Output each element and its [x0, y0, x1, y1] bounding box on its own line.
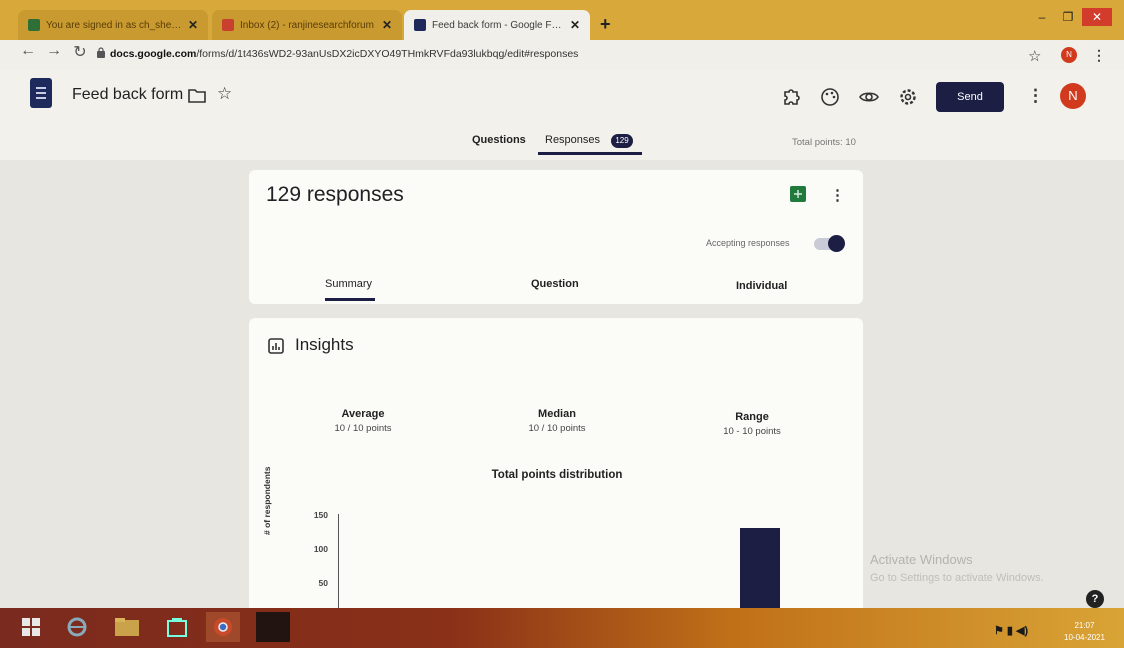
- lock-icon: [97, 45, 105, 63]
- clock-date: 10-04-2021: [1064, 633, 1105, 642]
- url-path: /forms/d/1t436sWD2-93anUsDX2icDXYO49THmk…: [196, 48, 579, 60]
- browser-tab-active[interactable]: Feed back form - Google Forms ✕: [404, 10, 590, 40]
- responses-count-title: 129 responses: [266, 183, 404, 206]
- tab-title: You are signed in as ch_sheeba: [46, 19, 182, 31]
- average-label: Average: [341, 408, 385, 420]
- back-arrow-icon[interactable]: ←: [18, 42, 38, 60]
- new-tab-button[interactable]: +: [600, 14, 611, 35]
- settings-gear-icon[interactable]: [897, 86, 919, 108]
- close-tab-icon[interactable]: ✕: [188, 18, 198, 32]
- store-icon[interactable]: [160, 612, 194, 642]
- reload-icon[interactable]: ↻: [70, 42, 90, 62]
- median-value: 10 / 10 points: [528, 423, 586, 434]
- bookmark-star-icon[interactable]: ☆: [1028, 47, 1041, 65]
- folder-icon[interactable]: [188, 88, 206, 108]
- close-window-button[interactable]: ✕: [1082, 8, 1112, 26]
- range-label: Range: [735, 411, 769, 423]
- help-icon[interactable]: ?: [1086, 590, 1104, 608]
- profile-avatar-icon[interactable]: N: [1061, 47, 1077, 63]
- average-stat: Average 10 / 10 points: [303, 408, 423, 434]
- google-forms-logo-icon[interactable]: [30, 78, 52, 108]
- addons-puzzle-icon[interactable]: [780, 86, 802, 108]
- average-value: 10 / 10 points: [334, 423, 392, 434]
- insights-title: Insights: [295, 335, 354, 354]
- chart-y-axis-label: # of respondents: [262, 466, 272, 535]
- browser-tab-2[interactable]: Inbox (2) - ranjinesearchforum ✕: [212, 10, 402, 40]
- responses-more-icon[interactable]: ⋮: [830, 186, 845, 204]
- forward-arrow-icon[interactable]: →: [44, 42, 64, 60]
- tab-favicon-icon: [28, 19, 40, 31]
- minimize-window-button[interactable]: –: [1030, 8, 1054, 26]
- median-label: Median: [538, 408, 576, 420]
- chart-y-axis: [338, 514, 339, 610]
- insights-chart-icon: [268, 338, 284, 359]
- taskbar-clock[interactable]: 21:07 10-04-2021: [1064, 620, 1105, 644]
- file-explorer-icon[interactable]: [110, 612, 144, 642]
- taskbar-app-icon[interactable]: [256, 612, 290, 642]
- chart-title: Total points distribution: [491, 469, 623, 481]
- palette-icon[interactable]: [819, 86, 841, 108]
- windows-start-icon[interactable]: [14, 612, 48, 642]
- browser-tab-1[interactable]: You are signed in as ch_sheeba ✕: [18, 10, 208, 40]
- y-tick-label: 150: [313, 510, 328, 520]
- more-options-icon[interactable]: ⋮: [1027, 86, 1044, 106]
- median-stat: Median 10 / 10 points: [497, 408, 617, 434]
- chart-bar[interactable]: [740, 528, 780, 613]
- activate-windows-watermark: Activate Windows: [870, 552, 973, 567]
- y-tick-label: 100: [313, 544, 328, 554]
- range-value: 10 - 10 points: [723, 426, 781, 437]
- subtab-individual[interactable]: Individual: [736, 280, 787, 292]
- total-points-label: Total points: 10: [792, 137, 856, 148]
- responses-count-badge: 129: [611, 134, 633, 148]
- close-tab-icon[interactable]: ✕: [382, 18, 392, 32]
- summary-tab-indicator: [325, 298, 375, 301]
- internet-explorer-icon[interactable]: [60, 612, 94, 642]
- toggle-knob[interactable]: [828, 235, 845, 252]
- range-stat: Range 10 - 10 points: [692, 411, 812, 437]
- url-domain: docs.google.com: [110, 48, 197, 60]
- close-tab-icon[interactable]: ✕: [570, 18, 580, 32]
- tab-favicon-icon: [222, 19, 234, 31]
- browser-menu-icon[interactable]: ⋮: [1092, 47, 1106, 64]
- form-title[interactable]: Feed back form: [72, 86, 183, 104]
- star-icon[interactable]: ☆: [217, 84, 232, 104]
- subtab-summary[interactable]: Summary: [325, 278, 372, 290]
- system-tray-icons[interactable]: ⚑ ▮ ◀): [994, 624, 1028, 637]
- restore-window-button[interactable]: ❐: [1056, 8, 1080, 26]
- accepting-responses-label: Accepting responses: [706, 238, 790, 248]
- address-bar[interactable]: docs.google.com/forms/d/1t436sWD2-93anUs…: [110, 48, 578, 60]
- chrome-taskbar-icon[interactable]: [206, 612, 240, 642]
- subtab-question[interactable]: Question: [531, 278, 579, 290]
- tab-responses[interactable]: Responses: [545, 134, 600, 146]
- tab-title: Inbox (2) - ranjinesearchforum: [240, 19, 374, 31]
- forms-favicon-icon: [414, 19, 426, 31]
- clock-time: 21:07: [1074, 621, 1095, 630]
- send-button[interactable]: Send: [936, 82, 1004, 112]
- active-tab-indicator: [538, 152, 642, 155]
- preview-eye-icon[interactable]: [858, 86, 880, 108]
- tab-questions[interactable]: Questions: [472, 134, 526, 146]
- activate-windows-subtext: Go to Settings to activate Windows.: [870, 572, 1044, 584]
- tab-title: Feed back form - Google Forms: [432, 19, 564, 31]
- avatar[interactable]: N: [1060, 83, 1086, 109]
- y-tick-label: 50: [318, 578, 328, 588]
- sheets-link-icon[interactable]: [790, 186, 806, 202]
